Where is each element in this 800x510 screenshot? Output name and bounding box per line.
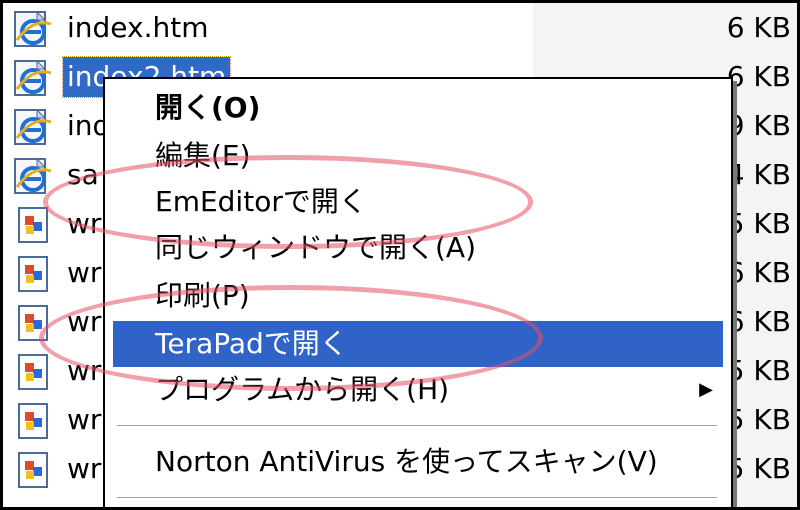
submenu-arrow-icon: ▶ — [699, 379, 713, 400]
file-size: 6 KB — [726, 305, 791, 338]
file-size: 5 KB — [726, 207, 791, 240]
file-size: 6 KB — [726, 11, 791, 44]
file-name: index.htm — [67, 11, 209, 44]
menu-separator-bottom — [117, 497, 717, 499]
file-name: wr — [67, 256, 102, 289]
file-name: wr — [67, 452, 102, 485]
file-size: 9 KB — [726, 109, 791, 142]
ie-html-icon — [13, 157, 53, 195]
ie-html-icon — [13, 10, 53, 48]
doc-icon — [13, 255, 53, 293]
file-name: wr — [67, 403, 102, 436]
file-size: 6 KB — [726, 256, 791, 289]
explorer-window: index.htm6 KBindex2.htm6 KBind9 KBsa4 KB… — [0, 0, 800, 510]
ie-html-icon — [13, 59, 53, 97]
ie-html-icon — [13, 108, 53, 146]
file-size: 5 KB — [726, 452, 791, 485]
doc-icon — [13, 451, 53, 489]
menu-item-open[interactable]: 開く(O) — [113, 85, 723, 131]
doc-icon — [13, 402, 53, 440]
file-size: 6 KB — [726, 60, 791, 93]
file-row[interactable]: index.htm 6 KB — [3, 4, 797, 53]
menu-item-norton-scan-label: Norton AntiVirus を使ってスキャン(V) — [155, 445, 658, 478]
menu-item-open-label: 開く(O) — [155, 91, 261, 124]
file-size: 4 KB — [726, 158, 791, 191]
menu-item-norton-scan[interactable]: Norton AntiVirus を使ってスキャン(V) — [113, 439, 723, 485]
file-size: 5 KB — [726, 354, 791, 387]
doc-icon — [13, 353, 53, 391]
annotation-ellipse-terapad — [39, 285, 543, 391]
annotation-ellipse-emeditor — [43, 155, 533, 249]
menu-separator — [117, 425, 717, 427]
doc-icon — [13, 206, 53, 244]
file-size: 5 KB — [726, 403, 791, 436]
